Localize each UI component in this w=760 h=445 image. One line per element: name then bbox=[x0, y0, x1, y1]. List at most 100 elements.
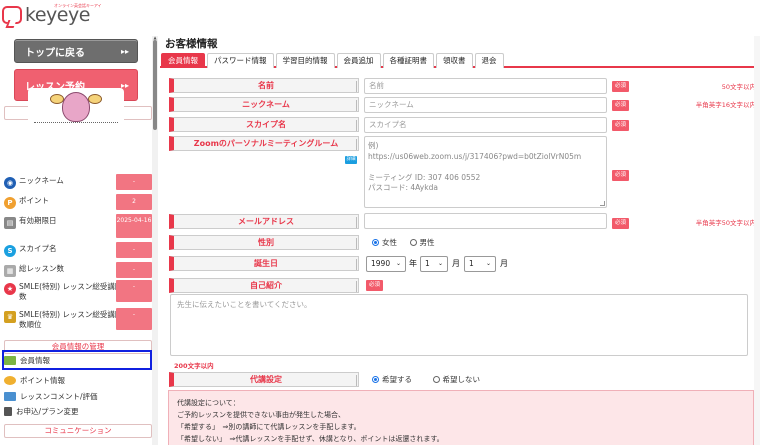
info-label: SMLE(特別) レッスン総受講回数順位 bbox=[19, 310, 123, 329]
main-content: お客様情報 会員情報 パスワード情報 学習目的情報 会員追加 各種証明書 領収書… bbox=[160, 0, 760, 445]
zoom-line: パスコード: 4Aykda bbox=[368, 183, 438, 192]
tab-certificates[interactable]: 各種証明書 bbox=[382, 53, 434, 68]
birth-month-select[interactable]: 1 ⌄ bbox=[420, 256, 448, 272]
skype-label: スカイプ名 bbox=[169, 117, 359, 132]
gender-option-male[interactable]: 男性 bbox=[409, 237, 435, 248]
required-badge: 必須 bbox=[612, 218, 629, 229]
sidebar-content: トップに戻る ▸▸ レッスン予約 ▸▸ さんの情報 ◉ ニックネーム - P ポ… bbox=[0, 36, 160, 445]
tab-learning-goals[interactable]: 学習目的情報 bbox=[275, 53, 335, 68]
sidebar-item-point-info[interactable]: ポイント情報 bbox=[4, 373, 152, 387]
skype-input[interactable]: スカイプ名 bbox=[364, 117, 607, 133]
zoom-line: ミーティング ID: 307 406 0552 bbox=[368, 172, 481, 182]
intro-textarea[interactable]: 先生に伝えたいことを書いてください。 bbox=[170, 294, 748, 356]
info-value: - bbox=[116, 242, 152, 258]
email-label: メールアドレス bbox=[169, 214, 359, 229]
communication-section-header: コミュニケーション bbox=[4, 424, 152, 438]
email-input[interactable] bbox=[364, 213, 607, 229]
info-value: - bbox=[116, 262, 152, 278]
smle-icon: ★ bbox=[4, 283, 16, 295]
sidebar-item-label: レッスンコメント/評価 bbox=[20, 391, 98, 401]
zoom-label: Zoomのパーソナルミーティングルーム bbox=[169, 136, 359, 151]
name-input[interactable]: 名前 bbox=[364, 78, 607, 94]
sidebar: keyeye オンライン英会話キーアイ トップに戻る ▸▸ レッスン予約 ▸▸ … bbox=[0, 0, 160, 445]
substitute-option-yes[interactable]: 希望する bbox=[372, 374, 412, 385]
substitute-label: 代講設定 bbox=[169, 372, 359, 387]
sidebar-item-label: ポイント情報 bbox=[20, 375, 65, 385]
nickname-note: 半角英字16文字以内 bbox=[695, 101, 756, 109]
radio-unchecked-icon bbox=[409, 239, 417, 246]
sidebar-item-lesson-comments[interactable]: レッスンコメント/評価 bbox=[4, 389, 152, 403]
required-badge: 必須 bbox=[612, 170, 629, 181]
sidebar-item-member-info[interactable]: 会員情報 bbox=[2, 350, 152, 370]
radio-label: 男性 bbox=[419, 238, 435, 247]
chevron-down-icon: ⌄ bbox=[485, 260, 491, 267]
intro-count-note: 200文字以内 bbox=[174, 362, 214, 370]
required-badge: 必須 bbox=[612, 120, 629, 131]
nickname-label: ニックネーム bbox=[169, 97, 359, 112]
birthday-label: 誕生日 bbox=[169, 256, 359, 271]
detail-badge[interactable]: 詳細 bbox=[345, 156, 357, 164]
info-row-smle-count: ★ SMLE(特別) レッスン総受講回数 - bbox=[4, 280, 152, 302]
info-label: 有効期限日 bbox=[19, 216, 57, 225]
skype-icon: S bbox=[4, 245, 16, 257]
tab-member-info[interactable]: 会員情報 bbox=[161, 53, 205, 68]
info-row-skype: S スカイプ名 - bbox=[4, 242, 152, 258]
name-label: 名前 bbox=[169, 78, 359, 93]
scroll-thumb[interactable] bbox=[153, 40, 157, 130]
tab-password[interactable]: パスワード情報 bbox=[207, 53, 274, 68]
zoom-textarea[interactable]: 例) https://us06web.zoom.us/j/317406?pwd=… bbox=[364, 136, 607, 208]
info-label: ニックネーム bbox=[19, 176, 64, 185]
sidebar-item-label: 会員情報 bbox=[20, 355, 50, 365]
info-row-expiry: ▤ 有効期限日 2025-04-16 bbox=[4, 214, 152, 238]
required-badge: 必須 bbox=[366, 280, 383, 291]
radio-checked-icon bbox=[372, 239, 379, 246]
gender-option-female[interactable]: 女性 bbox=[372, 237, 397, 248]
info-row-points: P ポイント 2 bbox=[4, 194, 152, 210]
radio-checked-icon bbox=[372, 376, 379, 383]
info-label: スカイプ名 bbox=[19, 244, 57, 253]
sidebar-item-plan-change[interactable]: お申込/プラン変更 bbox=[4, 404, 152, 418]
trophy-icon: ♛ bbox=[4, 311, 16, 323]
logo-icon bbox=[2, 6, 22, 24]
page-title: お客様情報 bbox=[165, 38, 218, 50]
month-unit: 月 bbox=[452, 259, 460, 268]
select-value: 1 bbox=[425, 259, 430, 268]
select-value: 1990 bbox=[371, 259, 391, 268]
birth-day-select[interactable]: 1 ⌄ bbox=[464, 256, 496, 272]
info-row-smle-rank: ♛ SMLE(特別) レッスン総受講回数順位 - bbox=[4, 308, 152, 330]
sidebar-scrollbar[interactable]: ▲ bbox=[152, 36, 158, 445]
info-line: 「希望する」 ⇒別の講師にて代講レッスンを手配します。 bbox=[177, 423, 361, 431]
resize-handle-icon[interactable] bbox=[600, 201, 605, 206]
birth-year-select[interactable]: 1990 ⌄ bbox=[366, 256, 406, 272]
radio-label: 希望しない bbox=[442, 375, 481, 384]
info-value: 2 bbox=[116, 194, 152, 210]
tab-add-member[interactable]: 会員追加 bbox=[336, 53, 381, 68]
substitute-info-box: 代講設定について： ご予約レッスンを提供できない事由が発生した場合、 「希望する… bbox=[168, 390, 754, 445]
zoom-line: https://us06web.zoom.us/j/317406?pwd=b0t… bbox=[368, 151, 582, 161]
tab-receipts[interactable]: 領収書 bbox=[436, 53, 473, 68]
chevron-down-icon: ⌄ bbox=[437, 260, 443, 267]
sidebar-item-label: お申込/プラン変更 bbox=[16, 406, 79, 416]
main-scrollbar[interactable] bbox=[754, 36, 760, 445]
logo[interactable]: keyeye オンライン英会話キーアイ bbox=[2, 2, 102, 28]
avatar-face bbox=[62, 92, 90, 122]
email-note: 半角英字50文字以内 bbox=[695, 219, 756, 227]
back-to-top-button[interactable]: トップに戻る ▸▸ bbox=[14, 39, 138, 63]
coins-icon bbox=[4, 375, 16, 385]
info-row-total-lessons: ▦ 総レッスン数 - bbox=[4, 262, 152, 278]
tab-withdraw[interactable]: 退会 bbox=[474, 53, 504, 68]
substitute-radio-group: 希望する 希望しない bbox=[372, 374, 490, 385]
calendar-icon: ▤ bbox=[4, 217, 16, 229]
info-label: ポイント bbox=[19, 196, 49, 205]
nickname-input[interactable]: ニックネーム bbox=[364, 97, 607, 113]
select-value: 1 bbox=[469, 259, 474, 268]
logo-tagline: オンライン英会話キーアイ bbox=[54, 3, 102, 8]
info-line: 代講設定について： bbox=[177, 399, 240, 407]
info-value: - bbox=[116, 280, 152, 302]
gender-radio-group: 女性 男性 bbox=[372, 237, 445, 248]
required-badge: 必須 bbox=[612, 100, 629, 111]
zoom-line bbox=[368, 162, 603, 173]
avatar-caption-line bbox=[34, 122, 118, 127]
substitute-option-no[interactable]: 希望しない bbox=[432, 374, 481, 385]
info-line: 「希望しない」 ⇒代講レッスンを手配せず、休講となり、ポイントは返還されます。 bbox=[177, 435, 444, 443]
